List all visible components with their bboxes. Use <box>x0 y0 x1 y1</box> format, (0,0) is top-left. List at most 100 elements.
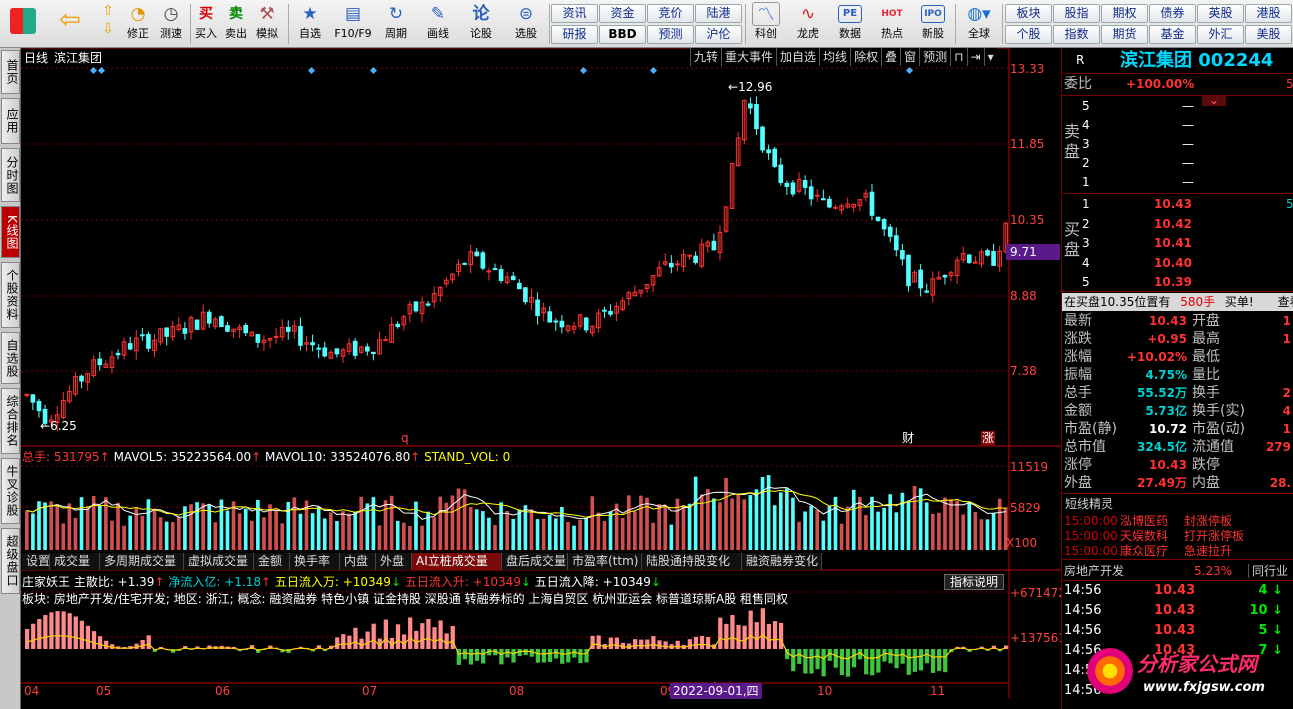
major-events-button[interactable]: 重大事件 <box>721 48 776 66</box>
buy-level-price[interactable]: 10.42 <box>1154 217 1192 231</box>
same-industry-tab[interactable]: 同行业 <box>1248 564 1288 578</box>
nine-turn-button[interactable]: 九转 <box>690 48 721 66</box>
funds-button[interactable]: 资金 <box>599 4 646 23</box>
sector-button[interactable]: 板块 <box>1005 4 1052 23</box>
index-button[interactable]: 指数 <box>1053 25 1100 44</box>
tab-stock-profile[interactable]: 个股资料 <box>1 262 20 328</box>
prediction-button[interactable]: 预测 <box>919 48 950 66</box>
indicator-tab-9[interactable]: 盘后成交量 <box>502 553 568 570</box>
hot-spot-button[interactable]: HOT 热点 <box>872 2 912 46</box>
logo-button[interactable] <box>4 2 42 46</box>
indicator-tab-11[interactable]: 陆股通持股变化 <box>642 553 742 570</box>
collapse-chevron-icon[interactable]: ⌄ <box>1202 94 1226 106</box>
buy-level-price[interactable]: 10.40 <box>1154 256 1192 270</box>
event-marker-finance[interactable]: 财 <box>902 431 914 445</box>
kline-chart-area[interactable] <box>21 48 1061 709</box>
fix-button[interactable]: ◔ 修正 <box>123 2 153 46</box>
futures-button[interactable]: 期货 <box>1101 25 1148 44</box>
sector-name[interactable]: 房地产开发 <box>1064 564 1124 578</box>
candle-body <box>79 375 84 382</box>
sprite-stock[interactable]: 天娱数科 <box>1120 529 1168 543</box>
dragon-tiger-button[interactable]: ∿ 龙虎 <box>788 2 828 46</box>
shanghai-london-button[interactable]: 沪伦 <box>695 25 742 44</box>
event-marker-q[interactable]: q <box>401 431 409 445</box>
indicator-tab-10[interactable]: 市盈率(ttm) <box>568 553 642 570</box>
auction-button[interactable]: 竞价 <box>647 4 694 23</box>
hk-stocks-button[interactable]: 港股 <box>1245 4 1292 23</box>
simulate-button[interactable]: ⚒ 模拟 <box>252 2 282 46</box>
forex-button[interactable]: 外汇 <box>1197 25 1244 44</box>
us-stocks-button[interactable]: 美股 <box>1245 25 1292 44</box>
indicator-tab-0[interactable]: 设置 <box>22 553 50 570</box>
research-button[interactable]: 研报 <box>551 25 598 44</box>
sell-level-price[interactable]: — <box>1182 175 1194 189</box>
data-button[interactable]: PE 数据 <box>832 2 868 46</box>
page-up-button[interactable]: ⇧ ⇩ <box>95 2 121 46</box>
indicator-tab-6[interactable]: 内盘 <box>340 553 376 570</box>
add-watchlist-button[interactable]: 加自选 <box>776 48 819 66</box>
sell-level-price[interactable]: — <box>1182 156 1194 170</box>
forecast-button[interactable]: 预测 <box>647 25 694 44</box>
tab-intraday[interactable]: 分时图 <box>1 148 20 202</box>
sell-button[interactable]: 卖 卖出 <box>222 2 250 46</box>
buy-level-price[interactable]: 10.39 <box>1154 275 1192 289</box>
global-button[interactable]: ◍▾ 全球 <box>958 2 1000 46</box>
window-button[interactable]: 窗 <box>900 48 919 66</box>
stocks-button[interactable]: 个股 <box>1005 25 1052 44</box>
ipo-button[interactable]: IPO 新股 <box>914 2 952 46</box>
bbd-button[interactable]: BBD <box>599 25 646 44</box>
hk-connect-button[interactable]: 陆港 <box>695 4 742 23</box>
panel-toggle-icon[interactable]: ⇥ <box>966 48 984 66</box>
drawing-button[interactable]: ✎ 画线 <box>418 2 458 46</box>
indicator-tab-1[interactable]: 成交量 <box>50 553 100 570</box>
fund-flow-bar <box>760 608 765 649</box>
sell-level-price[interactable]: — <box>1182 137 1194 151</box>
indicator-tab-12[interactable]: 融资融券变化 <box>742 553 822 570</box>
indicator-tab-5[interactable]: 换手率 <box>290 553 340 570</box>
sell-level-price[interactable]: — <box>1182 99 1194 113</box>
overlay-button[interactable]: 叠 <box>881 48 900 66</box>
options-button[interactable]: 期权 <box>1101 4 1148 23</box>
indicator-explain-button[interactable]: 指标说明 <box>944 574 1004 590</box>
star-board-button[interactable]: 〽 科创 <box>748 2 784 46</box>
tab-watchlist[interactable]: 自选股 <box>1 332 20 384</box>
buy-button[interactable]: 买 买入 <box>192 2 220 46</box>
funds-market-button[interactable]: 基金 <box>1149 25 1196 44</box>
buy-level-price[interactable]: 10.41 <box>1154 236 1192 250</box>
bonds-button[interactable]: 债券 <box>1149 4 1196 23</box>
back-button[interactable]: ⇦ <box>50 2 90 46</box>
event-marker-limit-up[interactable]: 涨 <box>981 431 996 445</box>
chart-period[interactable]: 日线 <box>24 51 48 65</box>
uk-stocks-button[interactable]: 英股 <box>1197 4 1244 23</box>
buy-level-price[interactable]: 10.43 <box>1154 197 1192 211</box>
lock-icon[interactable]: ⊓ <box>950 48 966 66</box>
ex-rights-button[interactable]: 除权 <box>850 48 881 66</box>
tab-ranking[interactable]: 综合排名 <box>1 388 20 454</box>
tab-diagnosis[interactable]: 牛叉诊股 <box>1 458 20 524</box>
watchlist-button[interactable]: ★ 自选 <box>292 2 328 46</box>
tick-volume: 5 ↓ <box>1258 623 1283 638</box>
order-alert-bar[interactable]: 在买盘10.35位置有 580手 买单! 查看 <box>1062 293 1293 311</box>
stock-picker-button[interactable]: ⊜ 选股 <box>504 2 548 46</box>
f10-button[interactable]: ▤ F10/F9 <box>331 2 375 46</box>
sell-level-price[interactable]: — <box>1182 118 1194 132</box>
indicator-tab-8[interactable]: AI立桩成交量 <box>412 553 502 570</box>
news-button[interactable]: 资讯 <box>551 4 598 23</box>
indicator-tab-7[interactable]: 外盘 <box>376 553 412 570</box>
moving-average-button[interactable]: 均线 <box>819 48 850 66</box>
stock-index-futures-button[interactable]: 股指 <box>1053 4 1100 23</box>
speed-test-button[interactable]: ◷ 测速 <box>156 2 186 46</box>
tab-apps[interactable]: 应用 <box>1 98 20 144</box>
indicator-tab-2[interactable]: 多周期成交量 <box>100 553 184 570</box>
indicator-tab-3[interactable]: 虚拟成交量 <box>184 553 254 570</box>
tab-kline[interactable]: K线图 <box>1 206 20 258</box>
alert-view-link[interactable]: 查看 <box>1278 295 1293 309</box>
tab-home[interactable]: 首页 <box>1 50 20 94</box>
sprite-stock[interactable]: 康众医疗 <box>1120 544 1168 558</box>
indicator-tab-4[interactable]: 金额 <box>254 553 290 570</box>
tab-level2[interactable]: 超级盘口 <box>1 528 20 594</box>
chevron-down-icon[interactable]: ▾ <box>983 48 997 66</box>
discuss-button[interactable]: 论 论股 <box>462 2 500 46</box>
sprite-stock[interactable]: 泓博医药 <box>1120 514 1168 528</box>
period-button[interactable]: ↻ 周期 <box>378 2 414 46</box>
